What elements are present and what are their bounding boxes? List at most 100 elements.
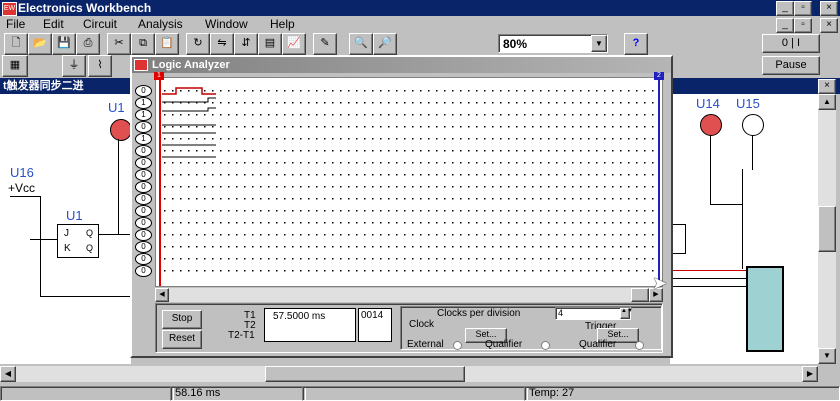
hex-readout-box: 0014 bbox=[358, 308, 392, 342]
doc-minimize-button[interactable]: _ bbox=[776, 18, 794, 33]
paste-icon[interactable]: 📋 bbox=[155, 33, 179, 55]
document-title-bar-right: × bbox=[670, 78, 840, 94]
waveform-scrollbar[interactable]: ◀ ▶ bbox=[155, 288, 663, 302]
zoom-in-icon[interactable]: 🔎 bbox=[373, 33, 397, 55]
pin-indicator[interactable]: 1 bbox=[135, 133, 152, 145]
wire bbox=[752, 135, 753, 170]
graph-icon[interactable]: 📈 bbox=[282, 33, 306, 55]
app-icon: EW bbox=[2, 2, 17, 16]
pin-indicator[interactable]: 0 bbox=[135, 85, 152, 97]
parts-bin-icon[interactable]: ▦ bbox=[2, 55, 28, 77]
circuit-canvas-left[interactable]: U1 U16 +Vcc U1 J K Q Q bbox=[0, 94, 132, 364]
wire bbox=[10, 196, 40, 197]
pin-indicator[interactable]: 0 bbox=[135, 181, 152, 193]
spinner-icon[interactable]: ▲▼ bbox=[620, 308, 633, 319]
doc-close-icon[interactable]: × bbox=[818, 79, 836, 94]
pin-indicator[interactable]: 0 bbox=[135, 217, 152, 229]
component-label-u15: U15 bbox=[736, 96, 760, 111]
time-readout-box: 57.5000 ms bbox=[264, 308, 356, 342]
pin-indicator[interactable]: 0 bbox=[135, 157, 152, 169]
rotate-icon[interactable]: ↻ bbox=[186, 33, 210, 55]
pin-indicator[interactable]: 0 bbox=[135, 241, 152, 253]
reset-button[interactable]: Reset bbox=[162, 330, 202, 349]
cursor-t1-handle[interactable]: 1 bbox=[154, 72, 164, 80]
scroll-thumb[interactable] bbox=[818, 206, 836, 252]
scroll-left-icon[interactable]: ◀ bbox=[155, 288, 169, 302]
stop-button[interactable]: Stop bbox=[162, 310, 202, 329]
pin-column: 0 1 1 0 1 0 0 0 0 0 0 0 0 0 0 0 bbox=[132, 79, 154, 289]
probe-led-red[interactable] bbox=[110, 119, 132, 141]
flip-horizontal-icon[interactable]: ⇋ bbox=[210, 33, 234, 55]
external-radio[interactable] bbox=[453, 341, 462, 350]
logic-analyzer-icon[interactable] bbox=[746, 266, 784, 352]
print-icon[interactable]: ⎙ bbox=[76, 33, 100, 55]
power-switch[interactable]: 0 | I bbox=[762, 34, 820, 53]
pin-indicator[interactable]: 0 bbox=[135, 121, 152, 133]
clocks-per-division-label: Clocks per division bbox=[437, 308, 521, 319]
clock-qualifier-radio[interactable] bbox=[541, 341, 550, 350]
grid-dots bbox=[162, 88, 658, 282]
pin-k: K bbox=[64, 243, 71, 254]
pause-button[interactable]: Pause bbox=[762, 56, 820, 75]
title-bar: EW Electronics Workbench _ ▫ × bbox=[0, 0, 840, 16]
t2-t1-label: T2-T1 bbox=[228, 330, 255, 341]
menu-file[interactable]: File bbox=[6, 17, 25, 31]
save-icon[interactable]: 💾 bbox=[52, 33, 76, 55]
component-label-u1-top: U1 bbox=[108, 100, 125, 115]
menu-help[interactable]: Help bbox=[270, 17, 295, 31]
pin-indicator[interactable]: 1 bbox=[135, 97, 152, 109]
pin-indicator[interactable]: 1 bbox=[135, 109, 152, 121]
circuit-canvas-right[interactable]: U14 U15 bbox=[670, 94, 818, 364]
menu-analysis[interactable]: Analysis bbox=[138, 17, 183, 31]
pin-indicator[interactable]: 0 bbox=[135, 253, 152, 265]
close-button[interactable]: × bbox=[820, 1, 838, 16]
minimize-button[interactable]: _ bbox=[776, 1, 794, 16]
wire bbox=[670, 286, 746, 287]
help-button[interactable]: ? bbox=[624, 33, 648, 55]
scroll-up-icon[interactable]: ▲ bbox=[818, 94, 836, 110]
scroll-left-icon[interactable]: ◀ bbox=[0, 366, 16, 382]
pin-indicator[interactable]: 0 bbox=[135, 229, 152, 241]
pin-indicator[interactable]: 0 bbox=[135, 205, 152, 217]
wire bbox=[710, 204, 742, 205]
cut-icon[interactable]: ✂ bbox=[107, 33, 131, 55]
open-folder-icon[interactable]: 📂 bbox=[28, 33, 52, 55]
waveform-display[interactable] bbox=[155, 77, 663, 287]
jk-flipflop[interactable]: J K Q Q bbox=[57, 224, 99, 258]
copy-icon[interactable]: ⧉ bbox=[131, 33, 155, 55]
scroll-thumb[interactable] bbox=[631, 288, 649, 302]
maximize-button[interactable]: ▫ bbox=[794, 1, 812, 16]
zoom-out-icon[interactable]: 🔍 bbox=[349, 33, 373, 55]
logic-analyzer-window[interactable]: Logic Analyzer 0 1 1 0 1 0 0 0 0 0 0 0 0… bbox=[130, 55, 673, 358]
doc-close-button[interactable]: × bbox=[820, 18, 838, 33]
subcircuit-icon[interactable]: ▤ bbox=[258, 33, 282, 55]
menu-circuit[interactable]: Circuit bbox=[83, 17, 117, 31]
sources-icon[interactable]: ⏚ bbox=[62, 55, 86, 77]
flip-vertical-icon[interactable]: ⇵ bbox=[234, 33, 258, 55]
menu-edit[interactable]: Edit bbox=[43, 17, 64, 31]
probe-led-red[interactable] bbox=[700, 114, 722, 136]
basic-icon[interactable]: ⌇ bbox=[88, 55, 112, 77]
horizontal-scrollbar[interactable]: ◀ ▶ bbox=[0, 366, 818, 382]
chevron-down-icon[interactable]: ▼ bbox=[591, 35, 607, 52]
pin-indicator[interactable]: 0 bbox=[135, 265, 152, 277]
clocks-per-division-input[interactable]: 4 ▲▼ bbox=[555, 307, 633, 320]
scroll-right-icon[interactable]: ▶ bbox=[802, 366, 818, 382]
zoom-select[interactable]: 80% ▼ bbox=[498, 34, 608, 53]
component-properties-icon[interactable]: ✎ bbox=[313, 33, 337, 55]
trigger-qualifier-label: Qualifier bbox=[579, 339, 617, 350]
pin-indicator[interactable]: 0 bbox=[135, 193, 152, 205]
scroll-thumb-h[interactable] bbox=[265, 366, 465, 382]
mouse-pointer-icon: ➤ bbox=[652, 273, 668, 293]
pin-indicator[interactable]: 0 bbox=[135, 169, 152, 181]
doc-restore-button[interactable]: ▫ bbox=[794, 18, 812, 33]
menu-window[interactable]: Window bbox=[205, 17, 248, 31]
trigger-qualifier-radio[interactable] bbox=[635, 341, 644, 350]
vertical-scrollbar[interactable]: ▲ ▼ bbox=[818, 94, 836, 364]
logic-analyzer-title-bar: Logic Analyzer bbox=[132, 57, 671, 73]
new-file-icon[interactable]: 🗋 bbox=[4, 33, 28, 55]
probe-led-off[interactable] bbox=[742, 114, 764, 136]
scroll-down-icon[interactable]: ▼ bbox=[818, 348, 836, 364]
pin-indicator[interactable]: 0 bbox=[135, 145, 152, 157]
cursor-t2-handle[interactable]: 2 bbox=[654, 72, 664, 80]
